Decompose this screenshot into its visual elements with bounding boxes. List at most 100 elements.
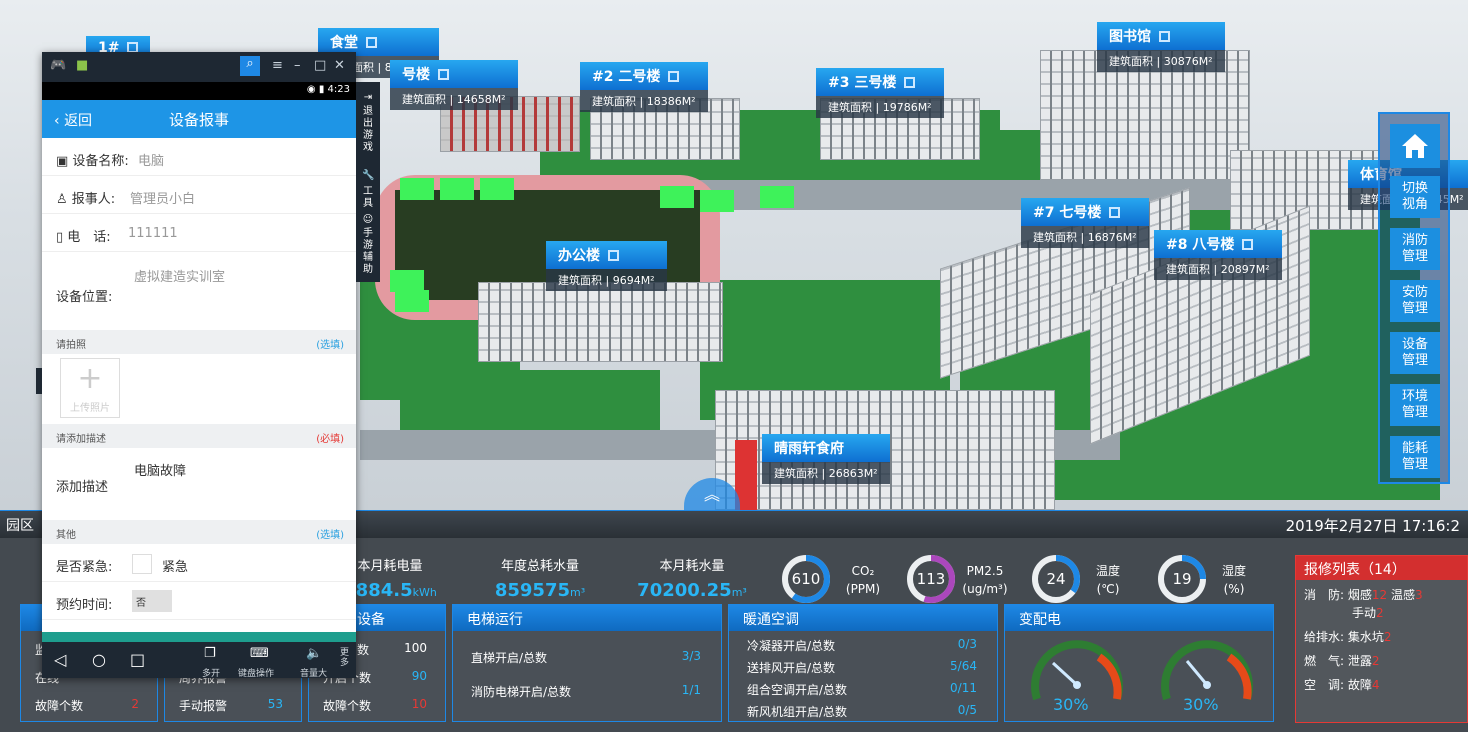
phone-icon: ▯ xyxy=(56,230,68,245)
stat-label: 年度总耗水量 xyxy=(500,559,579,574)
plus-icon: + xyxy=(77,361,103,396)
section-label: 请拍照 xyxy=(56,340,86,351)
building-tag[interactable]: #3 三号楼 建筑面积 | 19786M² xyxy=(816,68,944,118)
urgent-checkbox[interactable] xyxy=(132,554,152,574)
stat-value: 859575 xyxy=(494,580,571,601)
stat-value: 70200.25 xyxy=(637,580,732,601)
field-device-name[interactable]: ▣ 设备名称: 电脑 xyxy=(42,138,356,176)
row-value: 10 xyxy=(411,697,427,711)
building-tag[interactable]: 图书馆 建筑面积 | 30876M² xyxy=(1097,22,1225,72)
tab-park[interactable]: 园区 xyxy=(6,515,34,535)
field-value: 电脑 xyxy=(138,154,165,169)
panel-elevator: 电梯运行 直梯开启/总数 3/3 消防电梯开启/总数 1/1 xyxy=(452,604,722,722)
panel-hvac: 暖通空调 冷凝器开启/总数 0/3 送排风开启/总数 5/64 组合空调开启/总… xyxy=(728,604,998,722)
building-area: 建筑面积 | 19786M² xyxy=(816,96,944,118)
building-area: 建筑面积 | 14658M² xyxy=(390,88,518,110)
field-phone[interactable]: ▯ 电 话: 111111 xyxy=(42,214,356,252)
building-tag[interactable]: 晴雨轩食府 建筑面积 | 26863M² xyxy=(762,434,890,484)
energy-management-button[interactable]: 能耗管理 xyxy=(1390,436,1440,478)
building-area: 建筑面积 | 9694M² xyxy=(546,269,667,291)
minimize-icon[interactable]: – xyxy=(294,58,301,73)
field-label: 预约时间: xyxy=(56,598,113,613)
multi-open-label[interactable]: 多开 xyxy=(202,666,220,678)
environment-management-button[interactable]: 环境管理 xyxy=(1390,384,1440,426)
field-value: 管理员小白 xyxy=(130,192,196,207)
building-tag[interactable]: 号楼 建筑面积 | 14658M² xyxy=(390,60,518,110)
assist-icon[interactable]: ☺ xyxy=(362,214,374,226)
more-label[interactable]: 更多 xyxy=(340,648,350,668)
row-label: 故障个数 xyxy=(323,699,372,713)
volume-label[interactable]: 音量大 xyxy=(300,666,327,678)
security-management-button[interactable]: 安防管理 xyxy=(1390,280,1440,322)
stat-unit: m³ xyxy=(570,586,586,599)
volume-up-icon[interactable]: 🔈 xyxy=(306,646,322,661)
search-icon[interactable]: ⌕ xyxy=(240,56,260,76)
status-time: 4:23 xyxy=(327,84,350,95)
building-tag[interactable]: #8 八号楼 建筑面积 | 20897M² xyxy=(1154,230,1282,280)
gauge-label-name: PM2.5 xyxy=(966,564,1004,578)
repair-count: 2 xyxy=(1376,606,1384,620)
collapse-handle[interactable] xyxy=(36,368,42,394)
building-tag[interactable]: 办公楼 建筑面积 | 9694M² xyxy=(546,241,667,291)
repair-count: 12 xyxy=(1371,588,1388,602)
keyboard-icon[interactable]: ⌨ xyxy=(250,646,269,661)
fire-management-button[interactable]: 消防管理 xyxy=(1390,228,1440,270)
stat-monthly-water: 本月耗水量 70200.25m³ xyxy=(622,555,762,601)
row-value: 0/11 xyxy=(950,681,977,695)
maximize-icon[interactable]: □ xyxy=(314,58,326,73)
home-button[interactable] xyxy=(1390,124,1440,168)
back-button[interactable]: ‹ 返回 xyxy=(54,110,92,130)
row-label: 故障个数 xyxy=(35,699,84,713)
building-name: 晴雨轩食府 xyxy=(774,441,844,457)
menu-icon[interactable]: ≡ xyxy=(272,58,283,73)
gauge-label-unit: (℃) xyxy=(1096,582,1120,596)
appointment-toggle[interactable]: 否 xyxy=(132,590,172,612)
upload-photo-button[interactable]: + 上传照片 xyxy=(60,358,120,418)
emulator-title-bar: 🎮 ■ ⌕ ≡ – □ ✕ xyxy=(42,52,356,82)
row-label: 新风机组开启/总数 xyxy=(747,705,848,719)
exit-game-button[interactable]: 退出游戏 xyxy=(362,106,374,154)
multi-open-icon[interactable]: ❐ xyxy=(204,646,216,661)
row-label: 送排风开启/总数 xyxy=(747,661,836,675)
stat-unit: m³ xyxy=(731,586,747,599)
section-hint: (选填) xyxy=(316,340,344,351)
back-triangle-icon[interactable]: ◁ xyxy=(54,650,66,669)
building-name: #7 七号楼 xyxy=(1033,205,1102,221)
home-circle-icon[interactable]: ○ xyxy=(92,650,106,669)
recent-apps-icon[interactable]: □ xyxy=(130,650,145,669)
gauge-label-name: CO₂ xyxy=(851,564,875,578)
gauge-value: 610 xyxy=(791,570,821,588)
back-label: 返回 xyxy=(64,113,93,129)
repair-item: 温感 xyxy=(1391,588,1416,602)
building-name: 号楼 xyxy=(402,67,430,83)
section-description: 请添加描述 (必填) xyxy=(42,424,356,448)
device-management-button[interactable]: 设备管理 xyxy=(1390,332,1440,374)
building-tag[interactable]: #2 二号楼 建筑面积 | 18386M² xyxy=(580,62,708,112)
row-value: 2 xyxy=(131,697,139,711)
gauge-label: 湿度 (%) xyxy=(1214,562,1254,598)
field-reporter[interactable]: ♙ 报事人: 管理员小白 xyxy=(42,176,356,214)
switch-view-button[interactable]: 切换视角 xyxy=(1390,176,1440,218)
stat-annual-water: 年度总耗水量 859575m³ xyxy=(470,555,610,601)
panel-title: 暖通空调 xyxy=(729,605,997,631)
building-area: 建筑面积 | 30876M² xyxy=(1097,50,1225,72)
datetime-display: 2019年2月27日 17:16:2 xyxy=(1285,517,1460,535)
close-icon[interactable]: ✕ xyxy=(334,58,345,73)
wrench-icon[interactable]: 🔧 xyxy=(362,170,374,182)
tools-button[interactable]: 工具 xyxy=(362,186,374,210)
gauge-label: CO₂ (PPM) xyxy=(838,562,888,598)
field-location[interactable]: 设备位置: 虚拟建造实训室 xyxy=(42,252,356,328)
exit-icon[interactable]: ⇥ xyxy=(362,92,374,104)
gauge-co2: 610 xyxy=(781,554,831,604)
description-field[interactable]: 添加描述 电脑故障 xyxy=(42,448,356,518)
building-icon xyxy=(438,69,449,80)
gauge-value: 24 xyxy=(1046,570,1066,588)
stat-unit: kWh xyxy=(412,586,437,599)
section-other: 其他 (选填) xyxy=(42,520,356,544)
game-assist-button[interactable]: 手游辅助 xyxy=(362,228,374,276)
keyboard-label[interactable]: 键盘操作 xyxy=(238,666,274,678)
building-tag[interactable]: #7 七号楼 建筑面积 | 16876M² xyxy=(1021,198,1149,248)
field-value: 111111 xyxy=(128,226,178,241)
field-label: 设备名称: xyxy=(72,154,129,169)
chevron-left-icon: ‹ xyxy=(54,113,60,129)
